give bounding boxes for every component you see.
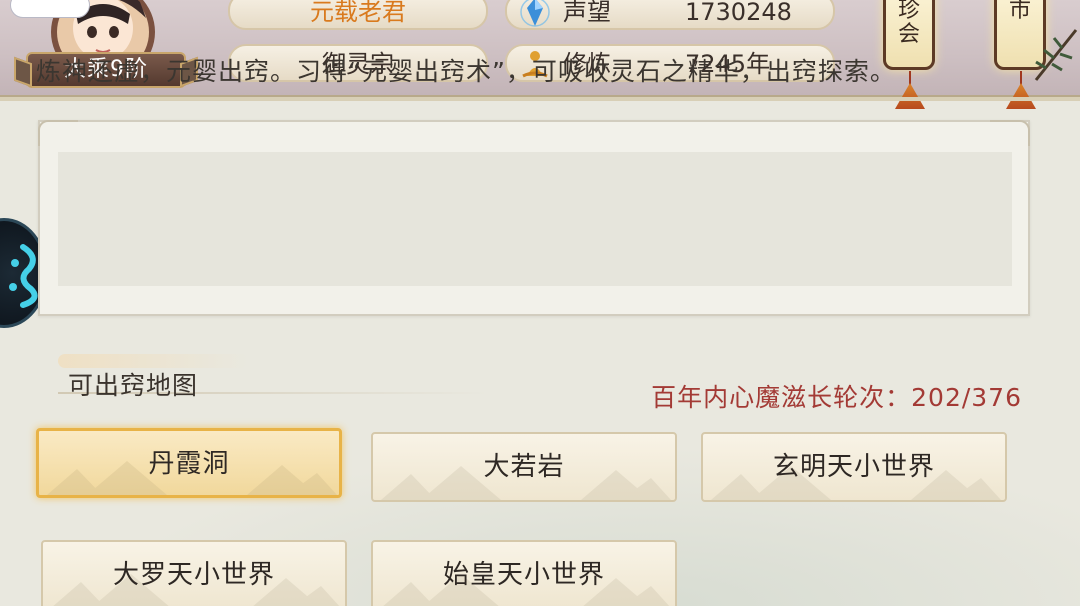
swirl-glyph-icon bbox=[3, 243, 43, 309]
map-button-danxia-cave[interactable]: 丹霞洞 bbox=[36, 428, 342, 498]
stat-value: 1730248 bbox=[685, 0, 792, 26]
lantern-label: 珍会 bbox=[897, 0, 920, 47]
map-button-label: 丹霞洞 bbox=[148, 449, 230, 479]
map-button-shihuang-world[interactable]: 始皇天小世界 bbox=[371, 540, 677, 606]
map-button-xuanming-world[interactable]: 玄明天小世界 bbox=[701, 432, 1007, 502]
map-button-daruo-rock[interactable]: 大若岩 bbox=[371, 432, 677, 502]
description-panel bbox=[38, 120, 1030, 316]
panel-corner-ornament bbox=[990, 120, 1030, 146]
section-title: 可出窍地图 bbox=[68, 371, 199, 400]
tassel-icon bbox=[1020, 71, 1022, 101]
prestige-crystal-icon bbox=[519, 0, 551, 28]
chat-bubble[interactable] bbox=[10, 0, 90, 18]
demon-round-counter: 百年内心魔滋长轮次：202/376 bbox=[651, 383, 1022, 412]
map-button-label: 玄明天小世界 bbox=[772, 452, 935, 482]
map-button-label: 大若岩 bbox=[483, 452, 565, 482]
stat-prestige: 声望 1730248 bbox=[505, 0, 835, 30]
stat-label: 声望 bbox=[563, 0, 611, 26]
map-button-label: 大罗天小世界 bbox=[112, 560, 275, 590]
map-button-label: 始皇天小世界 bbox=[442, 560, 605, 590]
pine-branch-icon bbox=[1032, 20, 1080, 90]
panel-corner-ornament bbox=[38, 120, 78, 146]
map-button-daluo-world[interactable]: 大罗天小世界 bbox=[41, 540, 347, 606]
description-inner bbox=[58, 152, 1012, 286]
description-text: 炼神还虚，元婴出窍。习得“元婴出窍术”，可吸收灵石之精华，出窍探索。 bbox=[36, 57, 896, 86]
player-name: 元载老君 bbox=[228, 0, 488, 30]
